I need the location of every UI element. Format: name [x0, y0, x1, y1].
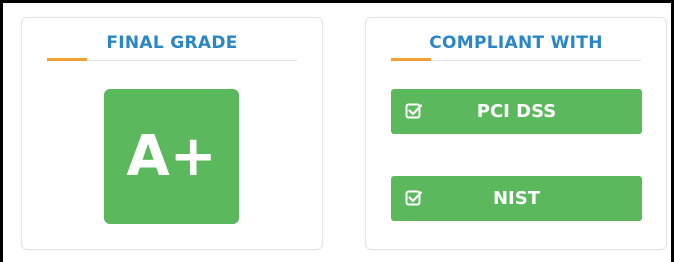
compliance-card: COMPLIANT WITH PCI DSS NIST — [365, 17, 667, 250]
compliance-title: COMPLIANT WITH — [429, 33, 603, 53]
title-accent-bar — [47, 58, 87, 61]
checkbox-checked-icon — [405, 103, 423, 119]
title-accent-bar — [391, 58, 431, 61]
final-grade-title: FINAL GRADE — [106, 33, 238, 53]
compliance-badge-nist: NIST — [391, 176, 642, 221]
compliance-label: PCI DSS — [476, 101, 557, 122]
compliance-label: NIST — [492, 188, 540, 209]
grade-badge: A+ — [104, 89, 239, 224]
checkbox-checked-icon — [405, 190, 423, 206]
compliance-badge-pci-dss: PCI DSS — [391, 89, 642, 134]
final-grade-card: FINAL GRADE A+ — [21, 17, 323, 250]
grade-value: A+ — [126, 124, 217, 189]
